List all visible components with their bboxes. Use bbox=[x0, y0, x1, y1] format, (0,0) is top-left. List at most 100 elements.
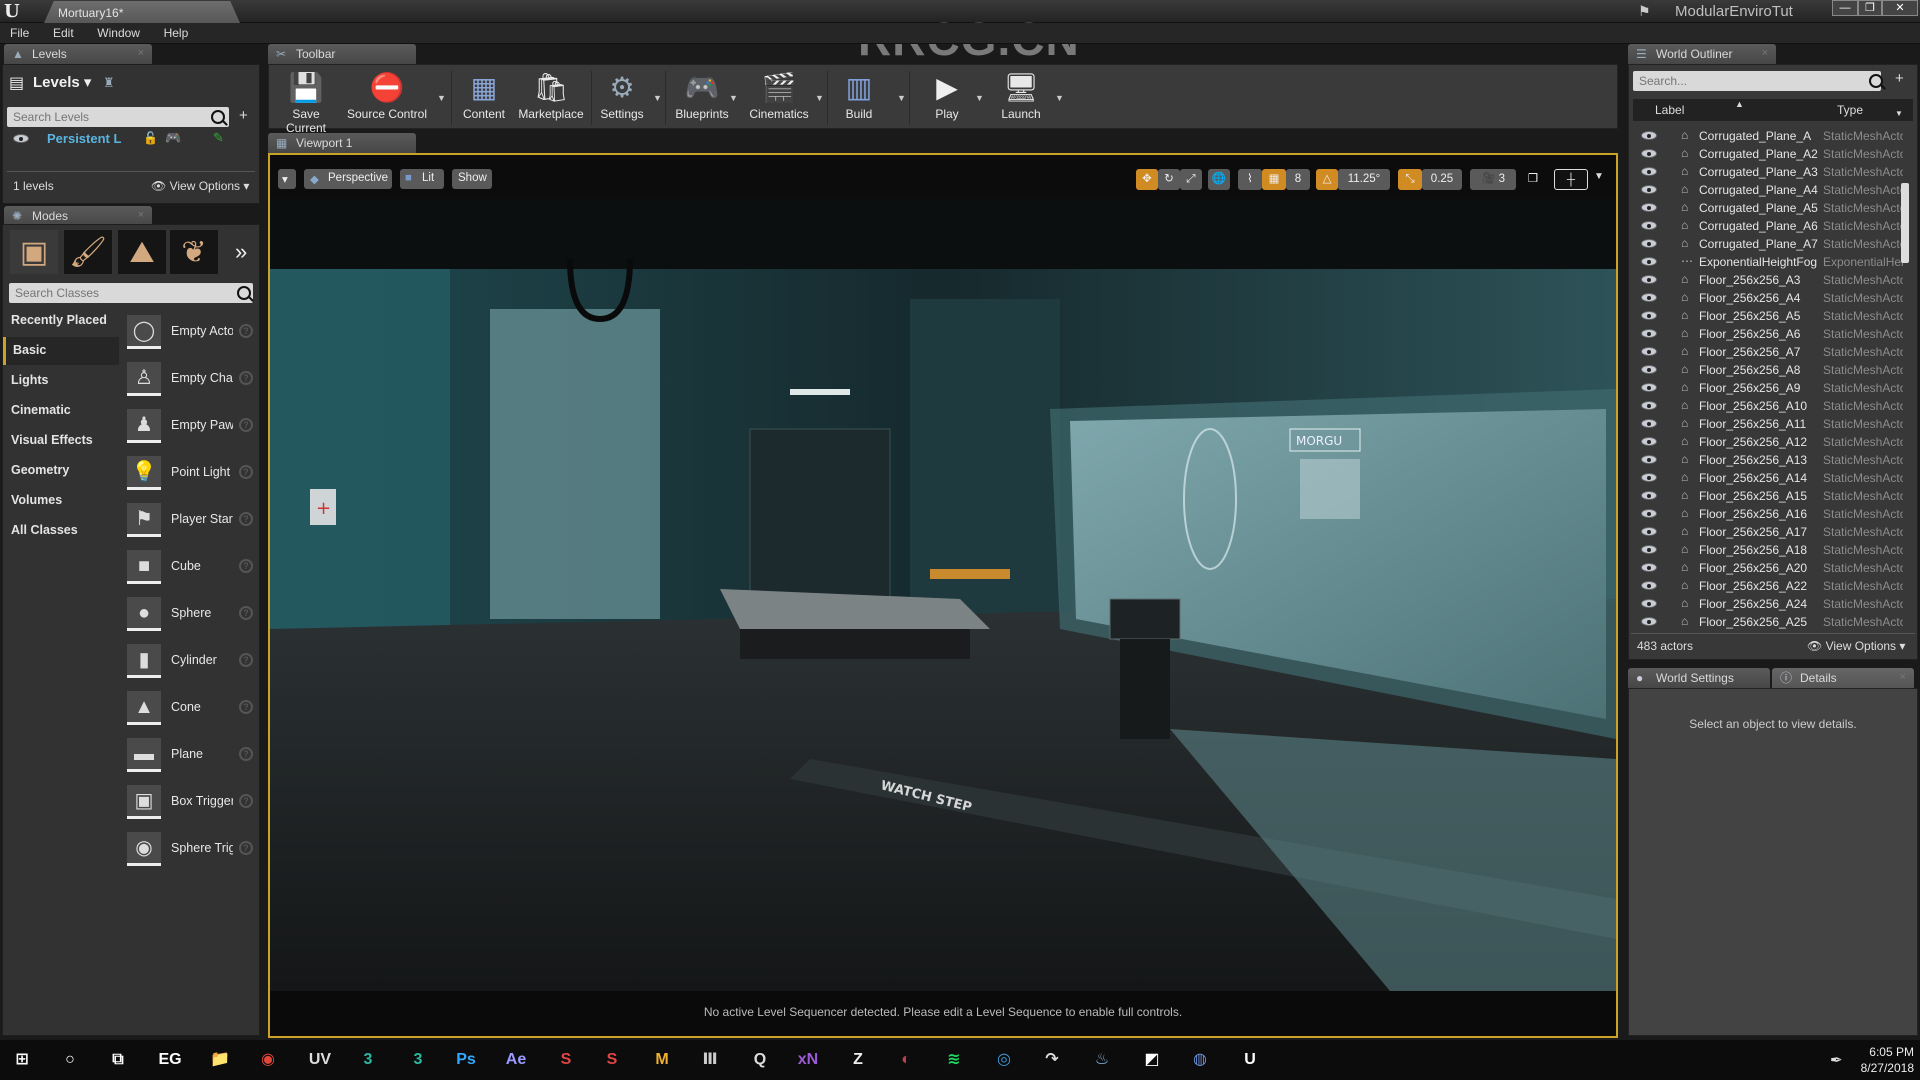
add-actor-icon[interactable]: + bbox=[1895, 70, 1904, 87]
visibility-eye-icon[interactable] bbox=[1641, 149, 1657, 158]
outliner-row[interactable]: ⌂ Floor_256x256_A4 StaticMeshActor bbox=[1633, 289, 1905, 307]
levels-dropdown[interactable]: ▤ Levels ▾ bbox=[9, 73, 91, 92]
camera-speed[interactable]: 🎥 3 bbox=[1470, 169, 1516, 190]
taskbar-substance-painter-icon[interactable]: S bbox=[552, 1047, 580, 1073]
class-item[interactable]: ♙ Empty Character? bbox=[123, 360, 259, 404]
help-icon[interactable]: ? bbox=[239, 418, 253, 432]
outliner-row[interactable]: ⌂ Floor_256x256_A22 StaticMeshActor bbox=[1633, 577, 1905, 595]
lit-button[interactable]: ■ Lit bbox=[400, 169, 444, 189]
outliner-row[interactable]: ⌂ Floor_256x256_A7 StaticMeshActor bbox=[1633, 343, 1905, 361]
column-type[interactable]: Type bbox=[1837, 103, 1863, 117]
visibility-eye-icon[interactable] bbox=[1641, 419, 1657, 428]
outliner-view-options[interactable]: 👁 View Options ▾ bbox=[1807, 639, 1905, 653]
document-tab[interactable]: Mortuary16* bbox=[44, 1, 240, 23]
visibility-eye-icon[interactable] bbox=[1641, 239, 1657, 248]
menu-file[interactable]: File bbox=[0, 23, 39, 40]
category-recently-placed[interactable]: Recently Placed bbox=[3, 307, 119, 335]
help-icon[interactable]: ? bbox=[239, 512, 253, 526]
taskbar-unreal-engine-icon[interactable]: U bbox=[1236, 1047, 1264, 1073]
foliage-mode-tab[interactable]: ❦ bbox=[169, 229, 219, 275]
class-item[interactable]: ▬ Plane? bbox=[123, 736, 259, 780]
taskbar-after-effects-icon[interactable]: Ae bbox=[502, 1047, 530, 1073]
level-scene[interactable]: + MORGU WATCH STEP bbox=[270, 199, 1616, 991]
build-button[interactable]: ▥ Build bbox=[833, 69, 885, 127]
visibility-eye-icon[interactable] bbox=[1641, 545, 1657, 554]
blueprints-button[interactable]: 🎮 Blueprints bbox=[669, 69, 735, 127]
taskbar-obs-icon[interactable]: ◍ bbox=[1186, 1047, 1214, 1073]
levels-view-options[interactable]: 👁 View Options ▾ bbox=[151, 179, 249, 193]
taskbar-steam-icon[interactable]: ♨ bbox=[1088, 1047, 1116, 1073]
close-tab-icon[interactable]: × bbox=[138, 47, 144, 59]
outliner-row[interactable]: ⌂ Corrugated_Plane_A StaticMeshActor bbox=[1633, 127, 1905, 145]
visibility-eye-icon[interactable] bbox=[1641, 203, 1657, 212]
class-item[interactable]: ◯ Empty Actor? bbox=[123, 313, 259, 357]
taskbar-marmoset-icon[interactable]: M bbox=[648, 1047, 676, 1073]
modes-tab[interactable]: ✺ Modes × bbox=[4, 206, 152, 226]
world-outliner-tab[interactable]: ☰ World Outliner × bbox=[1628, 44, 1776, 64]
visibility-eye-icon[interactable] bbox=[1641, 599, 1657, 608]
outliner-row[interactable]: ⌂ Floor_256x256_A13 StaticMeshActor bbox=[1633, 451, 1905, 469]
outliner-row[interactable]: ⌂ Floor_256x256_A5 StaticMeshActor bbox=[1633, 307, 1905, 325]
more-modes-icon[interactable]: » bbox=[235, 239, 247, 265]
class-item[interactable]: 💡 Point Light? bbox=[123, 454, 259, 498]
search-classes-input[interactable] bbox=[9, 283, 253, 303]
minimize-button[interactable]: — bbox=[1832, 0, 1858, 16]
help-icon[interactable]: ? bbox=[239, 653, 253, 667]
translate-tool[interactable]: ✥ bbox=[1136, 169, 1158, 190]
taskbar-substance-designer-icon[interactable]: S bbox=[598, 1047, 626, 1073]
settings-dropdown[interactable]: ▼ bbox=[653, 93, 662, 103]
category-lights[interactable]: Lights bbox=[3, 367, 119, 395]
outliner-row[interactable]: ⌂ Floor_256x256_A14 StaticMeshActor bbox=[1633, 469, 1905, 487]
visibility-eye-icon[interactable] bbox=[1641, 311, 1657, 320]
class-item[interactable]: ● Sphere? bbox=[123, 595, 259, 639]
outliner-row[interactable]: ⌂ Corrugated_Plane_A3 StaticMeshActor bbox=[1633, 163, 1905, 181]
pen-icon[interactable]: ✒ bbox=[1830, 1051, 1843, 1069]
levels-tab[interactable]: ▲ Levels × bbox=[4, 44, 152, 64]
visibility-eye-icon[interactable] bbox=[1641, 329, 1657, 338]
scale-snap-toggle[interactable]: ⤡ bbox=[1398, 169, 1422, 190]
help-icon[interactable]: ? bbox=[239, 559, 253, 573]
levels-world-icon[interactable]: ♜ bbox=[103, 75, 115, 91]
layout-dropdown-icon[interactable]: ▼ bbox=[1594, 171, 1604, 182]
outliner-search-input[interactable] bbox=[1633, 71, 1881, 91]
visibility-eye-icon[interactable] bbox=[1641, 473, 1657, 482]
visibility-eye-icon[interactable] bbox=[1641, 293, 1657, 302]
paint-mode-tab[interactable]: 🖌 bbox=[63, 229, 113, 275]
cinematics-dropdown[interactable]: ▼ bbox=[815, 93, 824, 103]
outliner-row[interactable]: ⌂ Floor_256x256_A24 StaticMeshActor bbox=[1633, 595, 1905, 613]
help-icon[interactable]: ? bbox=[239, 324, 253, 338]
outliner-row[interactable]: ⌂ Floor_256x256_A10 StaticMeshActor bbox=[1633, 397, 1905, 415]
surface-snap-toggle[interactable]: ⌇ bbox=[1238, 169, 1262, 190]
taskbar-xnormal-icon[interactable]: xN bbox=[794, 1047, 822, 1073]
visibility-eye-icon[interactable] bbox=[1641, 365, 1657, 374]
grid-snap-value[interactable]: 8 bbox=[1286, 169, 1310, 190]
taskbar-sharex-icon[interactable]: ◎ bbox=[990, 1047, 1018, 1073]
viewport[interactable]: ▾ ◆ Perspective ■ Lit Show ✥ ↻ ⤢ 🌐 ⌇ ▦ 8 △… bbox=[268, 153, 1618, 1038]
visibility-eye-icon[interactable] bbox=[1641, 383, 1657, 392]
class-item[interactable]: ▲ Cone? bbox=[123, 689, 259, 733]
rotate-tool[interactable]: ↻ bbox=[1158, 169, 1180, 190]
help-icon[interactable]: ? bbox=[239, 747, 253, 761]
class-item[interactable]: ♟ Empty Pawn? bbox=[123, 407, 259, 451]
perspective-button[interactable]: ◆ Perspective bbox=[304, 169, 392, 189]
visibility-eye-icon[interactable] bbox=[1641, 491, 1657, 500]
build-dropdown[interactable]: ▼ bbox=[897, 93, 906, 103]
visibility-eye-icon[interactable] bbox=[1641, 617, 1657, 626]
outliner-row[interactable]: ⌂ Floor_256x256_A8 StaticMeshActor bbox=[1633, 361, 1905, 379]
lock-icon[interactable]: 🔓 bbox=[143, 131, 158, 145]
visibility-eye-icon[interactable] bbox=[1641, 131, 1657, 140]
outliner-row[interactable]: ⌂ Floor_256x256_A15 StaticMeshActor bbox=[1633, 487, 1905, 505]
visibility-eye-icon[interactable] bbox=[1641, 167, 1657, 176]
taskbar-notepad-icon[interactable]: ◩ bbox=[1138, 1047, 1166, 1073]
blueprints-dropdown[interactable]: ▼ bbox=[729, 93, 738, 103]
outliner-row[interactable]: ⌂ Corrugated_Plane_A2 StaticMeshActor bbox=[1633, 145, 1905, 163]
category-volumes[interactable]: Volumes bbox=[3, 487, 119, 515]
visibility-eye-icon[interactable] bbox=[1641, 527, 1657, 536]
outliner-row[interactable]: ⌂ Floor_256x256_A25 StaticMeshActor bbox=[1633, 613, 1905, 631]
close-tab-icon[interactable]: × bbox=[138, 209, 144, 221]
taskbar-spotify-icon[interactable]: ≋ bbox=[940, 1047, 968, 1073]
help-icon[interactable]: ? bbox=[239, 606, 253, 620]
outliner-row[interactable]: ⌂ Floor_256x256_A6 StaticMeshActor bbox=[1633, 325, 1905, 343]
taskbar-3ds-max-1-icon[interactable]: 3 bbox=[354, 1047, 382, 1073]
column-label[interactable]: Label bbox=[1655, 103, 1684, 117]
